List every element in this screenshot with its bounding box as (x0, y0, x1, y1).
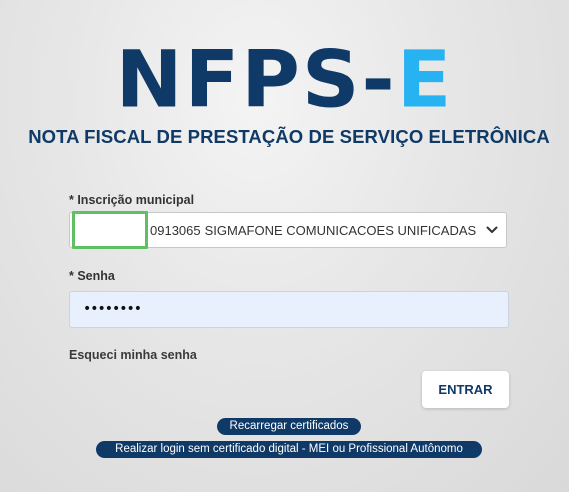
reload-certificates-button[interactable]: Recarregar certificados (217, 418, 361, 435)
inscricao-company-name: SIGMAFONE COMUNICACOES UNIFICADAS LTDA E… (204, 223, 478, 238)
nfps-e-logo: NFPS-E (0, 40, 569, 119)
page-subtitle: NOTA FISCAL DE PRESTAÇÃO DE SERVIÇO ELET… (28, 126, 550, 147)
inscricao-code: 0913065 (150, 223, 201, 238)
logo-accent-letter: E (396, 33, 454, 126)
senha-label: * Senha (69, 269, 115, 283)
senha-input[interactable]: •••••••• (69, 291, 509, 328)
login-without-certificate-button[interactable]: Realizar login sem certificado digital -… (96, 441, 482, 458)
entrar-button[interactable]: ENTRAR (422, 371, 509, 408)
logo-hyphen: - (361, 33, 397, 126)
forgot-password-link[interactable]: Esqueci minha senha (69, 348, 197, 362)
inscricao-code-highlight (72, 211, 148, 249)
inscricao-municipal-label: * Inscrição municipal (69, 193, 195, 207)
logo-main-text: NFPS (115, 33, 362, 126)
senha-masked-value: •••••••• (83, 301, 142, 317)
inscricao-municipal-value: 0913065 SIGMAFONE COMUNICACOES UNIFICADAS… (150, 223, 478, 238)
chevron-down-icon (486, 226, 498, 233)
